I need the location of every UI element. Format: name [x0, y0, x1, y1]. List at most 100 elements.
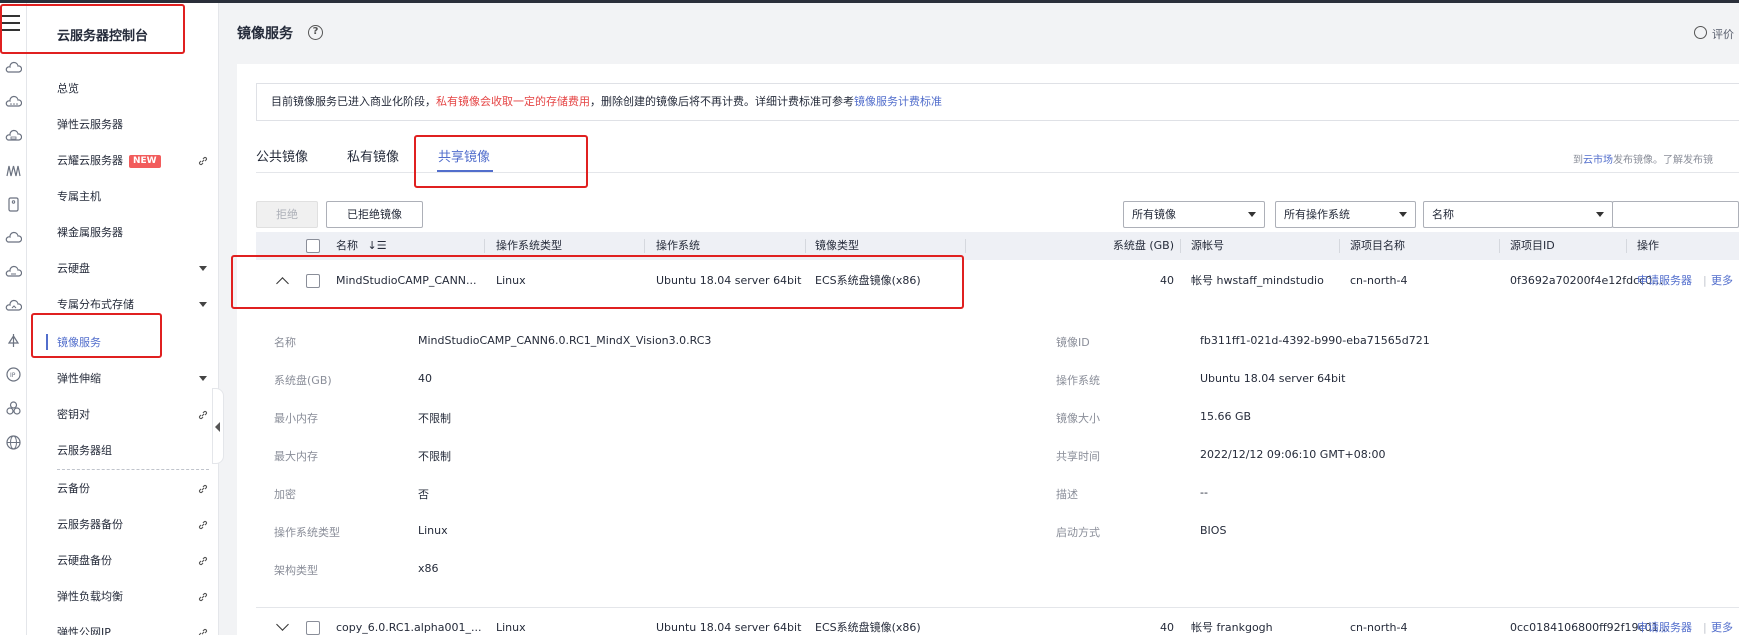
- column-header-disk: 系统盘 (GB): [1112, 239, 1174, 252]
- chevron-down-icon: [199, 302, 207, 307]
- detail-label: 操作系统: [1056, 374, 1100, 387]
- page-title: 镜像服务: [237, 26, 293, 42]
- detail-value: fb311ff1-021d-4392-b990-eba71565d721: [1200, 334, 1430, 347]
- cluster-icon[interactable]: [5, 400, 22, 417]
- apply-server-link[interactable]: 申请服务器: [1637, 261, 1692, 301]
- chevron-down-icon[interactable]: [276, 618, 289, 631]
- sidebar-item-dedicated-host[interactable]: 专属主机: [57, 185, 207, 209]
- chevron-down-icon: [1399, 212, 1407, 217]
- detail-label: 操作系统类型: [274, 526, 340, 539]
- sidebar-item-hecs[interactable]: 云耀云服务器 NEW: [57, 149, 209, 173]
- sidebar-item-evs[interactable]: 云硬盘: [57, 257, 207, 281]
- detail-label: 描述: [1056, 488, 1078, 501]
- reject-button[interactable]: 拒绝: [256, 201, 318, 228]
- image-filter-select[interactable]: 所有镜像: [1123, 201, 1265, 228]
- cloud-network-icon[interactable]: [5, 264, 22, 281]
- sidebar-item-eip[interactable]: 弹性公网IP: [57, 621, 209, 635]
- action-separator: |: [1703, 274, 1707, 287]
- cell-image-type: ECS系统盘镜像(x86): [815, 621, 921, 634]
- collapse-sidebar-handle[interactable]: [212, 388, 224, 464]
- column-header-actions: 操作: [1637, 239, 1659, 252]
- tab-private-images[interactable]: 私有镜像: [347, 146, 399, 165]
- cloud-transfer-icon[interactable]: [5, 298, 22, 315]
- service-icon-rail: IP: [0, 3, 27, 635]
- svg-text:IP: IP: [10, 372, 16, 379]
- sidebar-item-server-backup[interactable]: 云服务器备份: [57, 513, 209, 537]
- detail-label: 镜像ID: [1056, 336, 1090, 349]
- marketplace-hint: 到云市场发布镜像。了解发布镜: [1573, 155, 1713, 166]
- sidebar-item-disk-backup[interactable]: 云硬盘备份: [57, 549, 209, 573]
- detail-label: 镜像大小: [1056, 412, 1100, 425]
- more-actions-link[interactable]: 更多: [1711, 261, 1733, 301]
- billing-standard-link[interactable]: 镜像服务计费标准: [854, 95, 942, 108]
- ip-icon[interactable]: IP: [5, 366, 22, 383]
- external-link-icon[interactable]: [197, 483, 209, 495]
- menu-divider: [57, 469, 209, 470]
- detail-label: 名称: [274, 336, 296, 349]
- evaluate-link[interactable]: 评价: [1712, 26, 1734, 42]
- detail-label: 最大内存: [274, 450, 318, 463]
- external-link-icon[interactable]: [197, 591, 209, 603]
- select-all-checkbox[interactable]: [306, 239, 320, 253]
- column-header-source-project: 源项目名称: [1350, 239, 1405, 252]
- smiley-icon[interactable]: [1694, 26, 1707, 39]
- cloud-storage-icon[interactable]: [5, 128, 22, 145]
- table-row[interactable]: copy_6.0.RC1.alpha001_... Linux Ubuntu 1…: [256, 608, 1739, 635]
- detail-value: 不限制: [418, 412, 451, 425]
- sidebar-item-overview[interactable]: 总览: [57, 77, 207, 101]
- storage-device-icon[interactable]: [5, 196, 22, 213]
- column-separator: [644, 239, 645, 253]
- sidebar-item-ecs[interactable]: 弹性云服务器: [57, 113, 207, 137]
- billing-notice: 目前镜像服务已进入商业化阶段，私有镜像会收取一定的存储费用，删除创建的镜像后将不…: [256, 83, 1739, 121]
- monitor-icon[interactable]: [5, 162, 22, 179]
- external-link-icon[interactable]: [197, 555, 209, 567]
- column-separator: [1499, 239, 1500, 253]
- cell-account: 帐号 hwstaff_mindstudio: [1191, 274, 1324, 287]
- external-link-icon[interactable]: [197, 519, 209, 531]
- cloud-service-icon[interactable]: [5, 94, 22, 111]
- top-bar: [0, 0, 1739, 3]
- detail-label: 架构类型: [274, 564, 318, 577]
- security-icon[interactable]: [5, 332, 22, 349]
- image-detail-panel: 名称 MindStudioCAMP_CANN6.0.RC1_MindX_Visi…: [256, 300, 1739, 605]
- external-link-icon[interactable]: [197, 409, 209, 421]
- sidebar-item-elb[interactable]: 弹性负载均衡: [57, 585, 209, 609]
- column-separator: [805, 239, 806, 253]
- detail-value: 不限制: [418, 450, 451, 463]
- cell-disk: 40: [1160, 621, 1174, 634]
- sidebar-item-keypair[interactable]: 密钥对: [57, 403, 209, 427]
- more-actions-link[interactable]: 更多: [1711, 608, 1733, 635]
- sidebar-item-bms[interactable]: 裸金属服务器: [57, 221, 207, 245]
- tab-public-images[interactable]: 公共镜像: [256, 146, 308, 165]
- cell-os-type: Linux: [496, 621, 526, 634]
- new-badge: NEW: [129, 154, 161, 168]
- cell-name: copy_6.0.RC1.alpha001_...: [336, 621, 482, 634]
- os-filter-select[interactable]: 所有操作系统: [1275, 201, 1416, 228]
- cloud-server-icon[interactable]: [5, 60, 22, 77]
- cell-disk: 40: [1160, 274, 1174, 287]
- external-link-icon[interactable]: [197, 627, 209, 635]
- detail-value: 2022/12/12 09:06:10 GMT+08:00: [1200, 448, 1386, 461]
- apply-server-link[interactable]: 申请服务器: [1637, 608, 1692, 635]
- cell-account: 帐号 frankgogh: [1191, 621, 1273, 634]
- globe-icon[interactable]: [5, 434, 22, 451]
- marketplace-link[interactable]: 云市场: [1583, 155, 1613, 166]
- detail-label: 共享时间: [1056, 450, 1100, 463]
- sidebar-item-as[interactable]: 弹性伸缩: [57, 367, 207, 391]
- help-icon[interactable]: ?: [308, 25, 323, 40]
- cloud-icon[interactable]: [5, 230, 22, 247]
- sidebar-item-server-group[interactable]: 云服务器组: [57, 439, 207, 463]
- detail-label: 最小内存: [274, 412, 318, 425]
- row-checkbox[interactable]: [306, 621, 320, 635]
- rejected-images-button[interactable]: 已拒绝镜像: [326, 201, 423, 228]
- sort-icon[interactable]: ↓☰: [368, 239, 387, 252]
- column-separator: [1626, 239, 1627, 253]
- detail-value: Ubuntu 18.04 server 64bit: [1200, 372, 1346, 385]
- search-field-select[interactable]: 名称: [1423, 201, 1613, 228]
- external-link-icon[interactable]: [197, 155, 209, 167]
- sidebar-item-cbr[interactable]: 云备份: [57, 477, 209, 501]
- detail-value: 否: [418, 488, 429, 501]
- search-input[interactable]: [1612, 201, 1739, 228]
- cell-project: cn-north-4: [1350, 274, 1408, 287]
- column-separator: [1339, 239, 1340, 253]
